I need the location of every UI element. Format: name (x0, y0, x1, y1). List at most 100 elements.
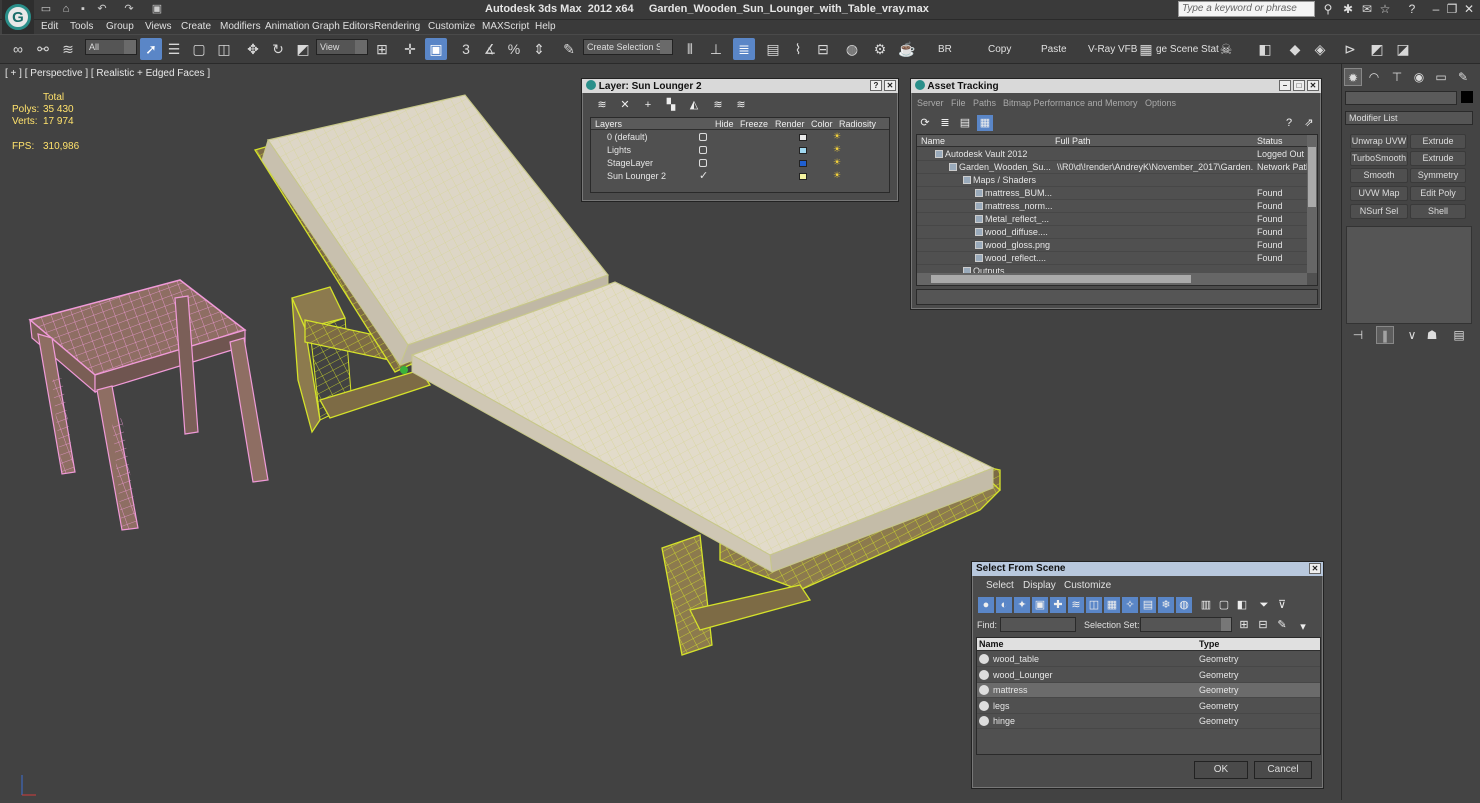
col-layers[interactable]: Layers (595, 119, 622, 129)
display-shapes-icon[interactable]: ◐ (996, 597, 1012, 613)
select-invert-icon[interactable]: ◧ (1234, 597, 1250, 613)
asset-row[interactable]: Maps / Shaders (917, 174, 1307, 187)
col-color[interactable]: Color (811, 119, 833, 129)
menu-help[interactable]: Help (535, 21, 556, 32)
display-hidden-icon[interactable]: ◍ (1176, 597, 1192, 613)
asset-menu-file[interactable]: File (951, 98, 966, 108)
list-view-icon[interactable]: ≣ (937, 115, 953, 131)
bind-spacewarp-icon[interactable]: ≋ (57, 38, 79, 60)
modifier-button-smooth[interactable]: Smooth (1350, 168, 1408, 183)
tool-f-icon[interactable]: ◪ (1392, 38, 1414, 60)
filter-icon[interactable]: ⏷ (1256, 597, 1272, 613)
display-lights-icon[interactable]: ✦ (1014, 597, 1030, 613)
selset-edit-icon[interactable]: ✎ (1274, 617, 1290, 633)
display-tab-icon[interactable]: ▭ (1432, 68, 1450, 86)
col-name[interactable]: Name (979, 639, 1004, 649)
new-file-icon[interactable]: ▭ (39, 2, 53, 16)
motion-tab-icon[interactable]: ◉ (1410, 68, 1428, 86)
asset-minimize-button[interactable]: – (1279, 80, 1291, 91)
display-geometry-icon[interactable]: ● (978, 597, 994, 613)
rect-selection-icon[interactable]: ▢ (188, 38, 210, 60)
render-teapot-icon[interactable]: ☕ (896, 38, 918, 60)
freeze-all-layers-icon[interactable]: ≋ (733, 97, 749, 113)
show-end-result-icon[interactable]: ∥ (1376, 326, 1394, 344)
menu-group[interactable]: Group (106, 21, 134, 32)
asset-close-button[interactable]: ✕ (1307, 80, 1319, 91)
col-radiosity[interactable]: Radiosity (839, 119, 876, 129)
asset-maximize-button[interactable]: □ (1293, 80, 1305, 91)
layer-hide-checkbox[interactable] (699, 146, 707, 154)
scale-icon[interactable]: ◩ (292, 38, 314, 60)
menu-animation[interactable]: Animation (265, 21, 309, 32)
skull-icon[interactable]: ☠ (1215, 38, 1237, 60)
menu-create[interactable]: Create (181, 21, 211, 32)
col-type[interactable]: Type (1199, 639, 1219, 649)
mirror-icon[interactable]: ⫴ (679, 38, 701, 60)
percent-snap-icon[interactable]: % (503, 38, 525, 60)
select-none-icon[interactable]: ▢ (1216, 597, 1232, 613)
layer-color-swatch[interactable] (799, 173, 807, 180)
paste-button[interactable]: Paste (1041, 44, 1067, 55)
select-manipulate-icon[interactable]: ✛ (399, 38, 421, 60)
modifier-button-uvw-map[interactable]: UVW Map (1350, 186, 1408, 201)
display-spacewarps-icon[interactable]: ≋ (1068, 597, 1084, 613)
modifier-button-edit-poly[interactable]: Edit Poly (1410, 186, 1466, 201)
select-dialog-close-button[interactable]: ✕ (1309, 563, 1321, 574)
modifier-button-extrude[interactable]: Extrude (1410, 134, 1466, 149)
layer-help-button[interactable]: ? (870, 80, 882, 91)
modifier-button-symmetry[interactable]: Symmetry (1410, 168, 1466, 183)
tool-d-icon[interactable]: ⊳ (1339, 38, 1361, 60)
angle-snap-icon[interactable]: ∡ (479, 38, 501, 60)
snaps-toggle-icon[interactable]: 3 (455, 38, 477, 60)
asset-hscrollbar[interactable] (917, 273, 1307, 285)
tool-a-icon[interactable]: ◧ (1254, 38, 1276, 60)
remove-modifier-icon[interactable]: ☗ (1423, 326, 1441, 344)
asset-row[interactable]: Garden_Wooden_Su... \\R0\d\!render\Andrey… (917, 161, 1307, 174)
modifier-button-unwrap-uvw[interactable]: Unwrap UVW (1350, 134, 1408, 149)
tool-c-icon[interactable]: ◈ (1309, 38, 1331, 60)
layer-color-swatch[interactable] (799, 160, 807, 167)
cancel-button[interactable]: Cancel (1254, 761, 1312, 779)
layer-close-button[interactable]: ✕ (884, 80, 896, 91)
asset-row[interactable]: mattress_norm... Found (917, 200, 1307, 213)
asset-menu-bitmap-performance[interactable]: Bitmap Performance and Memory (1003, 98, 1138, 108)
asset-vscrollbar[interactable] (1307, 135, 1317, 273)
scene-object-row[interactable]: mattress Geometry (977, 683, 1320, 698)
display-containers-icon[interactable]: ▤ (1140, 597, 1156, 613)
asset-tracking-title-bar[interactable]: Asset Tracking – □ ✕ (911, 79, 1321, 93)
unlink-icon[interactable]: ⚯ (32, 38, 54, 60)
col-hide[interactable]: Hide (715, 119, 734, 129)
display-helpers-icon[interactable]: ✚ (1050, 597, 1066, 613)
asset-menu-paths[interactable]: Paths (973, 98, 996, 108)
ok-button[interactable]: OK (1194, 761, 1248, 779)
col-full-path[interactable]: Full Path (1055, 136, 1091, 146)
select-dialog-title-bar[interactable]: Select From Scene ✕ (972, 562, 1323, 576)
object-color-swatch[interactable] (1461, 91, 1473, 103)
layer-manager-icon[interactable]: ≣ (733, 38, 755, 60)
layer-row[interactable]: 0 (default) ☀ (591, 131, 889, 144)
select-by-name-icon[interactable]: ☰ (163, 38, 185, 60)
render-setup-icon[interactable]: ⚙ (869, 38, 891, 60)
select-in-layer-icon[interactable]: ▚ (663, 97, 679, 113)
vray-vfb-button[interactable]: V-Ray VFB (1088, 44, 1137, 55)
reveal-icon[interactable]: ⇗ (1301, 115, 1317, 131)
viewport-label-menu[interactable]: [ + ] [ Perspective ] [ Realistic + Edge… (5, 68, 210, 79)
wood-table-mesh[interactable] (28, 279, 269, 531)
modifier-button-turbosmooth[interactable]: TurboSmooth (1350, 151, 1408, 166)
selset-add-icon[interactable]: ⊞ (1236, 617, 1252, 633)
search-input[interactable]: Type a keyword or phrase (1178, 1, 1315, 17)
layer-hide-checkbox[interactable] (699, 159, 707, 167)
select-menu-select[interactable]: Select (986, 580, 1014, 591)
project-folder-icon[interactable]: ▣ (150, 2, 164, 16)
asset-row[interactable]: wood_gloss.png Found (917, 239, 1307, 252)
layer-color-swatch[interactable] (799, 147, 807, 154)
save-icon[interactable]: ▪ (76, 2, 90, 16)
graphite-ribbon-icon[interactable]: ▤ (762, 38, 784, 60)
object-name-field[interactable] (1345, 91, 1457, 105)
col-freeze[interactable]: Freeze (740, 119, 768, 129)
modify-tab-icon[interactable]: ◠ (1365, 68, 1383, 86)
named-selection-dropdown[interactable]: Create Selection Se (583, 39, 673, 55)
add-to-layer-icon[interactable]: + (640, 97, 656, 113)
asset-row[interactable]: mattress_BUM... Found (917, 187, 1307, 200)
refresh-icon[interactable]: ⟳ (917, 115, 933, 131)
